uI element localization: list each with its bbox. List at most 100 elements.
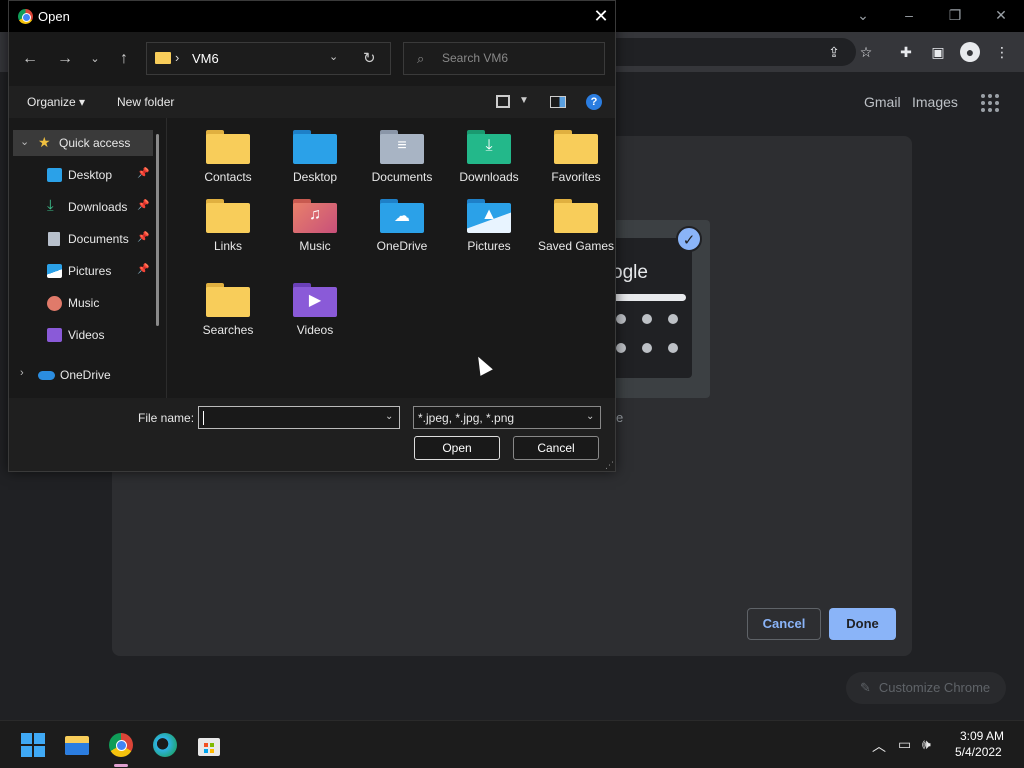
organize-button[interactable]: Organize ▾ — [27, 95, 85, 109]
theme-shortcut-dot — [642, 343, 652, 353]
theme-preview — [612, 238, 692, 378]
address-bar[interactable]: › VM6 ⌄ ↻ — [146, 42, 391, 75]
cancel-button[interactable]: Cancel — [513, 436, 599, 460]
file-item-favorites[interactable]: Favorites — [537, 118, 615, 198]
file-item-contacts[interactable]: Contacts — [189, 118, 267, 198]
selected-check-icon: ✓ — [676, 226, 702, 252]
filename-combobox[interactable]: ⌄ — [198, 406, 400, 429]
menu-icon[interactable]: ⋮ — [992, 42, 1012, 62]
tab-search-icon[interactable]: ⌄ — [850, 4, 876, 26]
recent-locations-icon[interactable]: ⌄ — [84, 49, 106, 69]
pin-icon[interactable]: 📌 — [137, 200, 149, 211]
file-item-label: Desktop — [292, 170, 338, 184]
sidebar-item-music[interactable]: Music — [13, 290, 153, 316]
breadcrumb-vm6[interactable]: VM6 — [192, 51, 219, 66]
restore-icon[interactable]: ❐ — [942, 4, 968, 26]
sidebar-item-onedrive[interactable]: › OneDrive — [13, 362, 153, 388]
search-input[interactable] — [442, 51, 592, 65]
file-item-music[interactable]: ♫ Music — [276, 187, 354, 267]
star-icon: ★ — [38, 134, 51, 150]
new-folder-button[interactable]: New folder — [117, 95, 174, 109]
text-caret — [203, 411, 204, 425]
forward-arrow-icon[interactable]: → — [54, 49, 76, 69]
edge-icon[interactable] — [153, 733, 177, 757]
dialog-footer: File name: ⌄ *.jpeg, *.jpg, *.png ⌄ Open… — [9, 398, 615, 471]
filetype-select[interactable]: *.jpeg, *.jpg, *.png ⌄ — [413, 406, 601, 429]
file-item-onedrive[interactable]: ☁ OneDrive — [363, 187, 441, 267]
music-icon — [47, 296, 62, 311]
sidebar-item-quick-access[interactable]: ⌄ ★ Quick access — [13, 130, 153, 156]
theme-shortcut-dot — [668, 314, 678, 324]
back-arrow-icon[interactable]: ← — [19, 49, 41, 69]
breadcrumb-separator: › — [175, 50, 180, 65]
store-icon[interactable] — [197, 733, 221, 757]
dialog-titlebar[interactable]: Open ✕ — [9, 1, 615, 32]
preview-pane-icon[interactable] — [550, 96, 566, 108]
sidebar-item-documents[interactable]: Documents 📌 — [13, 226, 153, 252]
chrome-icon[interactable] — [109, 733, 133, 757]
clock-time[interactable]: 3:09 AM — [960, 729, 1004, 743]
sidebar-item-desktop[interactable]: Desktop 📌 — [13, 162, 153, 188]
downloads-folder-icon: ⤓ — [467, 130, 511, 164]
pin-icon[interactable]: 📌 — [137, 168, 149, 179]
saved-games-folder-icon — [554, 199, 598, 233]
nav-scrollbar[interactable] — [156, 134, 159, 326]
up-arrow-icon[interactable]: ↑ — [113, 49, 135, 69]
minimize-icon[interactable]: – — [896, 4, 922, 26]
view-icon[interactable] — [496, 95, 510, 108]
file-item-label: Music — [299, 239, 331, 253]
expand-chevron-icon[interactable]: ⌄ — [20, 135, 29, 148]
sidebar-item-videos[interactable]: Videos — [13, 322, 153, 348]
expand-chevron-icon[interactable]: › — [20, 367, 24, 379]
help-icon[interactable]: ? — [586, 94, 602, 110]
omnibox[interactable] — [616, 38, 856, 66]
chevron-down-icon[interactable]: ⌄ — [586, 411, 594, 422]
side-panel-icon[interactable]: ▣ — [928, 42, 948, 62]
file-item-videos[interactable]: ▶ Videos — [276, 271, 354, 351]
open-button[interactable]: Open — [414, 436, 500, 460]
file-item-downloads[interactable]: ⤓ Downloads — [450, 118, 528, 198]
chrome-icon — [18, 9, 33, 24]
customize-done-button[interactable]: Done — [829, 608, 896, 640]
resize-grip-icon[interactable]: ⋰ — [605, 460, 614, 471]
view-dropdown-icon[interactable]: ▼ — [519, 95, 529, 106]
close-icon[interactable]: ✕ — [591, 6, 611, 26]
window-close-icon[interactable]: ✕ — [988, 4, 1014, 26]
apps-grid-icon[interactable] — [981, 94, 999, 112]
file-item-pictures[interactable]: ▲ Pictures — [450, 187, 528, 267]
images-link[interactable]: Images — [912, 94, 958, 110]
sidebar-item-label: Pictures — [68, 264, 112, 278]
chevron-down-icon[interactable]: ⌄ — [385, 411, 393, 422]
network-icon[interactable]: ▭ — [898, 736, 911, 753]
gmail-link[interactable]: Gmail — [864, 94, 901, 110]
start-icon[interactable] — [21, 733, 45, 757]
file-item-documents[interactable]: ≡ Documents — [363, 118, 441, 198]
profile-icon[interactable]: ● — [960, 42, 980, 62]
show-hidden-icons-icon[interactable]: ︿ — [872, 736, 886, 756]
file-explorer-icon[interactable] — [65, 733, 89, 757]
pin-icon[interactable]: 📌 — [137, 232, 149, 243]
share-icon[interactable]: ⇪ — [824, 42, 844, 62]
file-item-saved-games[interactable]: Saved Games — [537, 187, 615, 267]
clock-date[interactable]: 5/4/2022 — [955, 745, 1002, 759]
extensions-icon[interactable]: ✚ — [896, 42, 916, 62]
refresh-icon[interactable]: ↻ — [363, 49, 376, 67]
theme-shortcut-dot — [642, 314, 652, 324]
sidebar-item-downloads[interactable]: ⤓ Downloads 📌 — [13, 194, 153, 220]
pin-icon[interactable]: 📌 — [137, 264, 149, 275]
pencil-icon: ✎ — [860, 680, 871, 695]
file-item-searches[interactable]: Searches — [189, 271, 267, 351]
sidebar-item-pictures[interactable]: Pictures 📌 — [13, 258, 153, 284]
filename-input[interactable] — [203, 410, 378, 424]
customize-chrome-button[interactable]: ✎ Customize Chrome — [846, 672, 1006, 704]
file-item-links[interactable]: Links — [189, 187, 267, 267]
volume-icon[interactable]: 🕪 — [922, 736, 931, 753]
sidebar-item-label: OneDrive — [60, 368, 111, 382]
chevron-down-icon[interactable]: ⌄ — [329, 50, 338, 63]
file-item-desktop[interactable]: Desktop — [276, 118, 354, 198]
bookmark-star-icon[interactable]: ☆ — [856, 42, 876, 62]
customize-cancel-button[interactable]: Cancel — [747, 608, 821, 640]
desktop-folder-icon — [293, 130, 337, 164]
theme-logo-text: ogle — [612, 262, 648, 283]
search-box[interactable]: ⌕ — [403, 42, 605, 75]
